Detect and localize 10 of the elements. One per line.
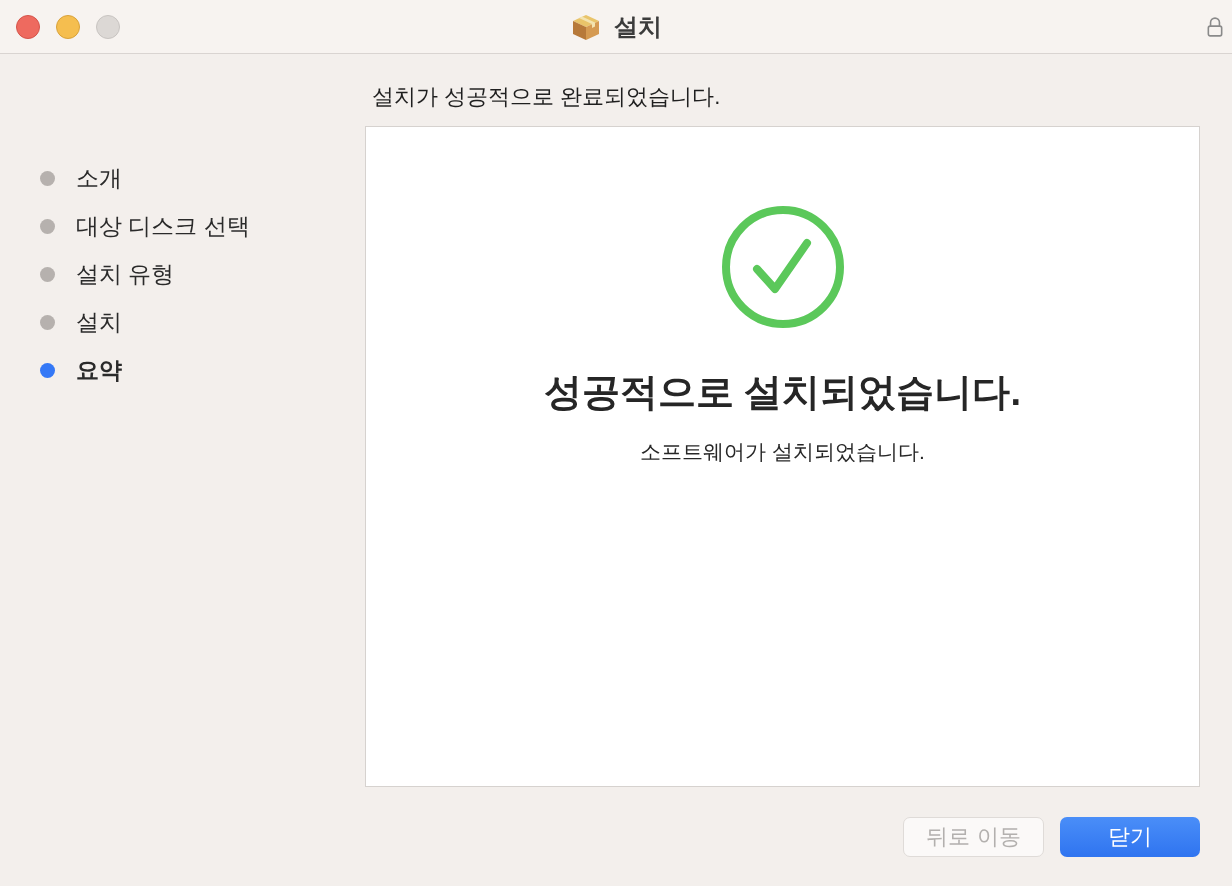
step-label: 소개 xyxy=(76,163,122,193)
heading: 설치가 성공적으로 완료되었습니다. xyxy=(372,83,721,111)
close-button[interactable]: 닫기 xyxy=(1060,817,1200,857)
step-label: 설치 xyxy=(76,307,122,337)
step-label: 설치 유형 xyxy=(76,259,175,289)
result-message: 소프트웨어가 설치되었습니다. xyxy=(640,439,925,465)
step-label: 요약 xyxy=(76,355,122,385)
step-label: 대상 디스크 선택 xyxy=(76,211,250,241)
result-title: 성공적으로 설치되었습니다. xyxy=(543,370,1022,415)
window-title: 설치 xyxy=(614,11,662,42)
